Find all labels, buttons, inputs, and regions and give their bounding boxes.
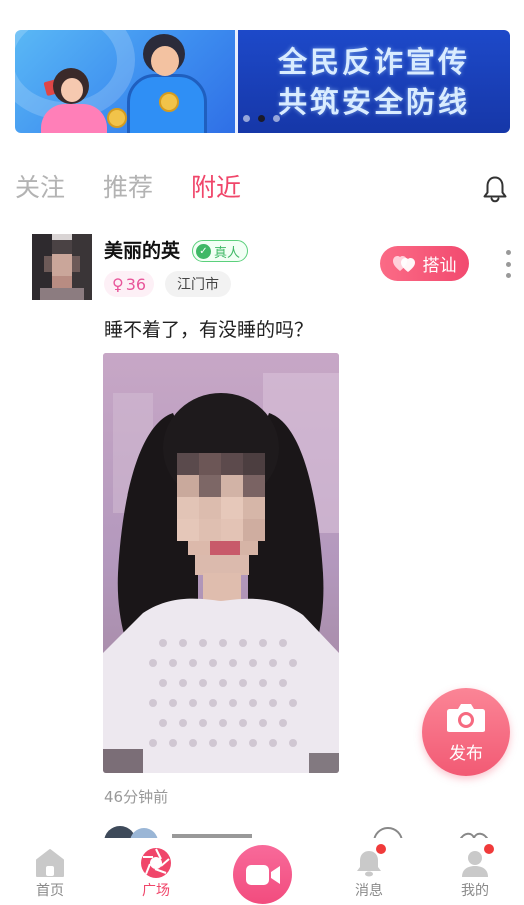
publish-label: 发布	[449, 743, 483, 764]
nav-square-label: 广场	[142, 883, 170, 899]
video-call-button[interactable]	[233, 845, 292, 904]
camera-icon	[447, 703, 485, 732]
post-text: 睡不着了，有没睡的吗？	[104, 319, 314, 341]
banner-line-1: 全民反诈宣传	[277, 44, 470, 79]
nav-square[interactable]: 广场	[121, 838, 191, 905]
banner-dot[interactable]	[273, 115, 280, 122]
greet-button[interactable]: 搭讪	[380, 246, 469, 281]
greet-label: 搭讪	[422, 256, 457, 276]
banner-pagination	[243, 115, 280, 122]
nav-messages-label: 消息	[355, 883, 383, 899]
nav-messages[interactable]: 消息	[334, 838, 404, 905]
bell-icon[interactable]	[480, 174, 510, 204]
unread-dot	[484, 844, 494, 854]
user-icon	[459, 844, 494, 879]
location-value: 江门市	[177, 277, 219, 293]
banner-line-2: 共筑安全防线	[277, 84, 470, 119]
username[interactable]: 美丽的英	[104, 238, 180, 264]
female-icon: ♀	[112, 274, 124, 294]
age-value: 36	[125, 274, 147, 294]
nav-home[interactable]: 首页	[15, 838, 85, 905]
location-badge: 江门市	[165, 271, 231, 297]
check-icon: ✓	[196, 243, 211, 259]
age-badge: ♀ 36	[104, 271, 155, 297]
feed-tabs: 关注 推荐 附近	[15, 170, 241, 206]
more-options-button[interactable]	[502, 250, 514, 278]
avatar[interactable]	[32, 234, 92, 300]
banner-dot[interactable]	[243, 115, 250, 122]
tab-following[interactable]: 关注	[15, 170, 65, 206]
banner-dot-active[interactable]	[258, 115, 265, 122]
aperture-icon	[140, 847, 172, 879]
hearts-icon	[392, 255, 417, 273]
nav-home-label: 首页	[36, 883, 64, 899]
banner-illustration	[15, 30, 235, 133]
home-icon	[34, 847, 66, 879]
unread-dot	[376, 844, 386, 854]
nav-profile-label: 我的	[461, 883, 489, 899]
tab-recommended[interactable]: 推荐	[103, 170, 153, 206]
verified-label: 真人	[214, 245, 241, 261]
post-photo[interactable]	[103, 353, 339, 773]
publish-button[interactable]: 发布	[422, 688, 510, 776]
post-time: 46分钟前	[104, 788, 169, 806]
video-camera-icon	[245, 864, 280, 885]
message-bell-icon	[353, 844, 386, 879]
verified-badge: ✓ 真人	[192, 240, 249, 262]
nav-profile[interactable]: 我的	[440, 838, 510, 905]
tab-nearby[interactable]: 附近	[191, 170, 241, 206]
